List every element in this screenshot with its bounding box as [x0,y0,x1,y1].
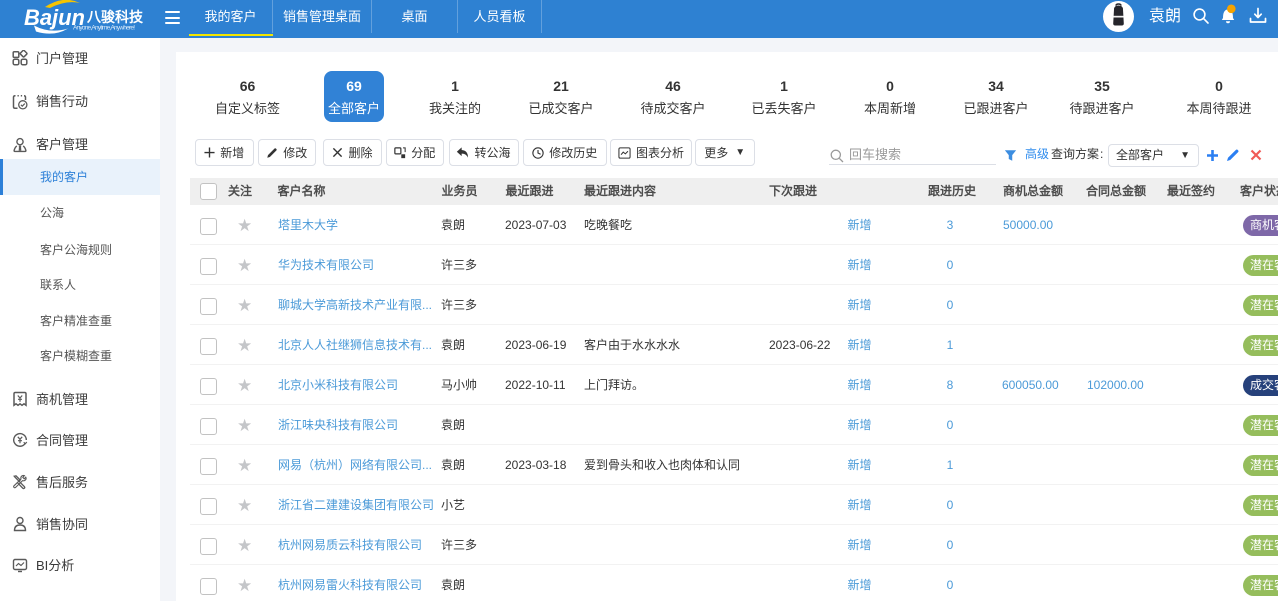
svg-text:Anyone,Anytime,Anywhere!: Anyone,Anytime,Anywhere! [73,25,135,32]
svg-text:八骏科技: 八骏科技 [86,9,144,25]
